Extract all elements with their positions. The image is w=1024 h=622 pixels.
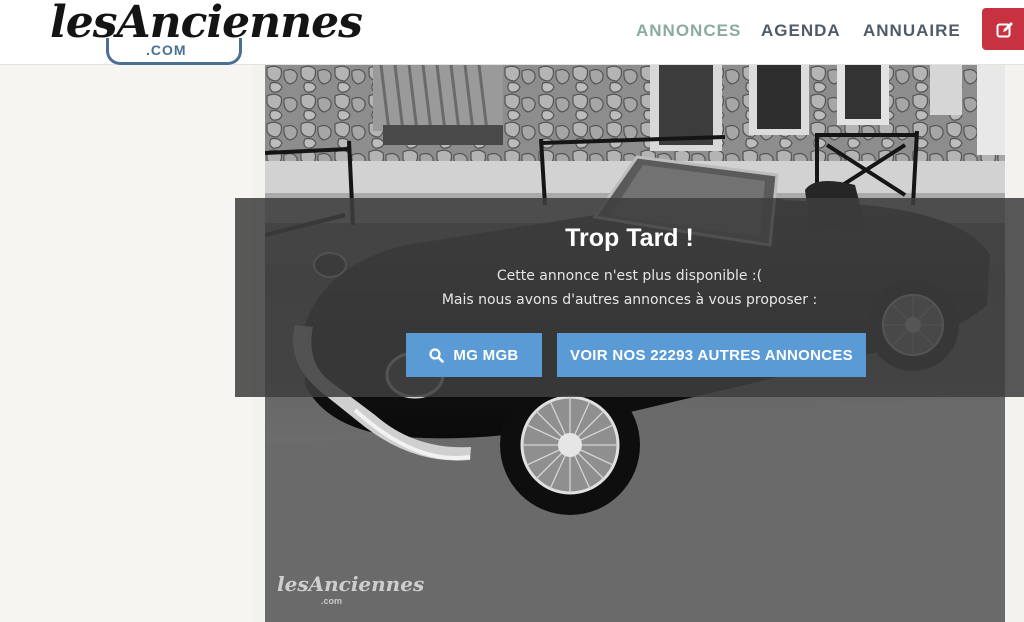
unavailable-notice: Trop Tard ! Cette annonce n'est plus dis… bbox=[235, 198, 1024, 397]
watermark-domain: .com bbox=[321, 596, 343, 606]
search-icon bbox=[429, 347, 445, 363]
search-model-button[interactable]: MG MGB bbox=[406, 333, 542, 377]
post-ad-button[interactable] bbox=[982, 8, 1024, 50]
site-logo[interactable]: lesAnciennes .COM bbox=[50, 0, 363, 66]
logo-domain: .COM bbox=[146, 42, 187, 58]
site-header: lesAnciennes .COM ANNONCES AGENDA ANNUAI… bbox=[0, 0, 1024, 65]
nav-annonces[interactable]: ANNONCES bbox=[636, 21, 741, 41]
notice-line-2: Mais nous avons d'autres annonces à vous… bbox=[441, 292, 818, 308]
logo-text: lesAnciennes bbox=[50, 0, 363, 48]
search-model-label: MG MGB bbox=[453, 346, 519, 364]
edit-icon bbox=[996, 22, 1013, 38]
watermark-text: lesAnciennes bbox=[277, 572, 425, 596]
notice-title: Trop Tard ! bbox=[565, 224, 694, 252]
see-all-listings-label: VOIR NOS 22293 AUTRES ANNONCES bbox=[570, 346, 853, 364]
photo-watermark: lesAnciennes .com bbox=[275, 572, 424, 616]
nav-annuaire[interactable]: ANNUAIRE bbox=[863, 21, 961, 41]
see-all-listings-button[interactable]: VOIR NOS 22293 AUTRES ANNONCES bbox=[557, 333, 866, 377]
nav-agenda[interactable]: AGENDA bbox=[761, 21, 841, 41]
notice-line-1: Cette annonce n'est plus disponible :( bbox=[496, 268, 763, 284]
left-sidebar bbox=[0, 65, 252, 622]
